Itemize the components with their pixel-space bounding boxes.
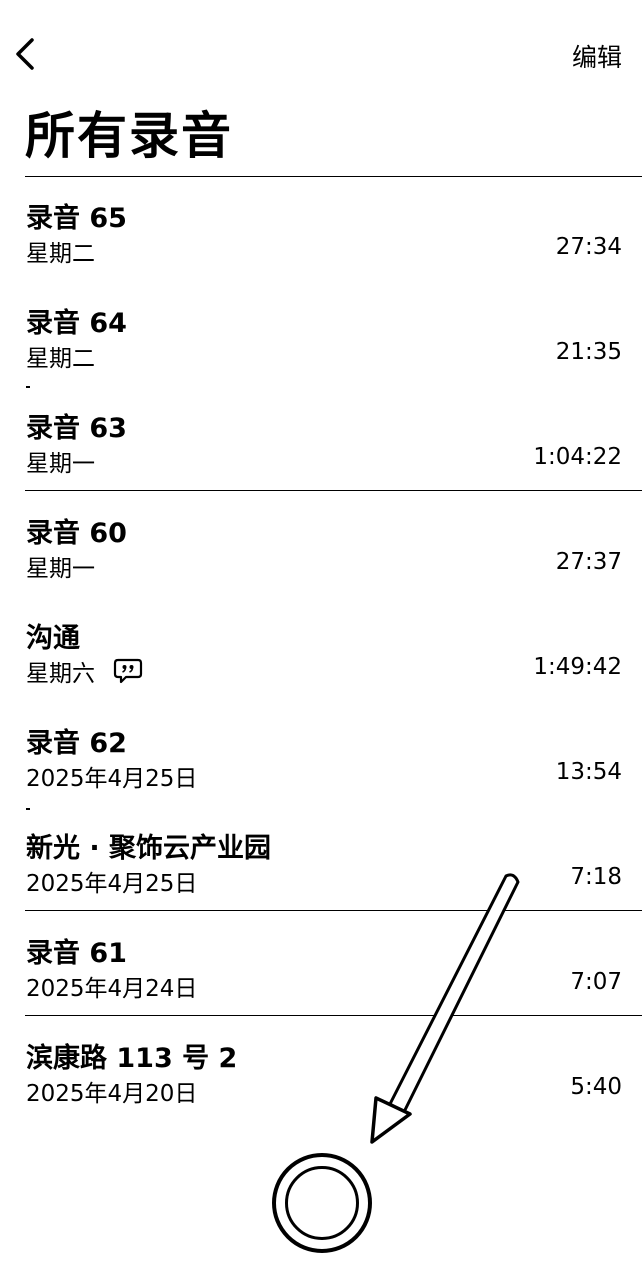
recording-duration: 5:40 bbox=[570, 1074, 622, 1100]
recording-date: 2025年4月20日 bbox=[26, 1081, 198, 1107]
page-title: 所有录音 bbox=[25, 107, 233, 165]
recording-duration: 27:34 bbox=[555, 234, 622, 260]
recording-title: 滨康路 113 号 2 bbox=[26, 1043, 238, 1074]
recording-date: 2025年4月25日 bbox=[26, 871, 198, 897]
recording-row[interactable]: 录音 65 星期二 27:34 bbox=[0, 176, 642, 281]
recording-title: 录音 63 bbox=[26, 413, 127, 444]
recording-date: 星期二 bbox=[26, 346, 95, 372]
recordings-list: 录音 65 星期二 27:34 录音 64 星期二 21:35 录音 63 星期… bbox=[0, 176, 642, 1121]
record-button-inner bbox=[285, 1166, 359, 1240]
record-button[interactable] bbox=[272, 1153, 372, 1253]
recording-title: 沟通 bbox=[26, 623, 80, 654]
recording-duration: 1:04:22 bbox=[533, 444, 622, 470]
quote-bubble-icon bbox=[113, 658, 143, 684]
recording-duration: 7:18 bbox=[570, 864, 622, 890]
recording-date: 星期六 bbox=[26, 654, 143, 688]
edit-button[interactable]: 编辑 bbox=[572, 38, 622, 74]
recording-duration: 13:54 bbox=[555, 759, 622, 785]
recording-row[interactable]: 录音 64 星期二 21:35 bbox=[0, 281, 642, 386]
artifact-mark bbox=[26, 386, 30, 388]
recording-title: 录音 64 bbox=[26, 308, 127, 339]
recording-title: 录音 62 bbox=[26, 728, 127, 759]
recording-duration: 27:37 bbox=[555, 549, 622, 575]
recording-row[interactable]: 录音 63 星期一 1:04:22 bbox=[0, 386, 642, 491]
recording-duration: 21:35 bbox=[555, 339, 622, 365]
recording-title: 录音 60 bbox=[26, 518, 127, 549]
artifact-mark bbox=[26, 808, 30, 810]
recording-duration: 7:07 bbox=[570, 969, 622, 995]
recording-title: 新光 · 聚饰云产业园 bbox=[26, 833, 272, 864]
recording-row[interactable]: 滨康路 113 号 2 2025年4月20日 5:40 bbox=[0, 1016, 642, 1121]
recording-title: 录音 65 bbox=[26, 203, 127, 234]
back-chevron-icon[interactable] bbox=[10, 34, 40, 74]
recording-row[interactable]: 沟通 星期六 1:49:42 bbox=[0, 596, 642, 701]
recording-date: 星期二 bbox=[26, 241, 95, 267]
recording-duration: 1:49:42 bbox=[533, 654, 622, 680]
recording-row[interactable]: 录音 62 2025年4月25日 13:54 bbox=[0, 701, 642, 806]
recording-date: 星期一 bbox=[26, 451, 95, 477]
recording-row[interactable]: 新光 · 聚饰云产业园 2025年4月25日 7:18 bbox=[0, 806, 642, 911]
recording-date: 星期一 bbox=[26, 556, 95, 582]
recording-title: 录音 61 bbox=[26, 938, 127, 969]
recording-date: 2025年4月25日 bbox=[26, 766, 198, 792]
recording-row[interactable]: 录音 61 2025年4月24日 7:07 bbox=[0, 911, 642, 1016]
recording-row[interactable]: 录音 60 星期一 27:37 bbox=[0, 491, 642, 596]
recording-date: 2025年4月24日 bbox=[26, 976, 198, 1002]
